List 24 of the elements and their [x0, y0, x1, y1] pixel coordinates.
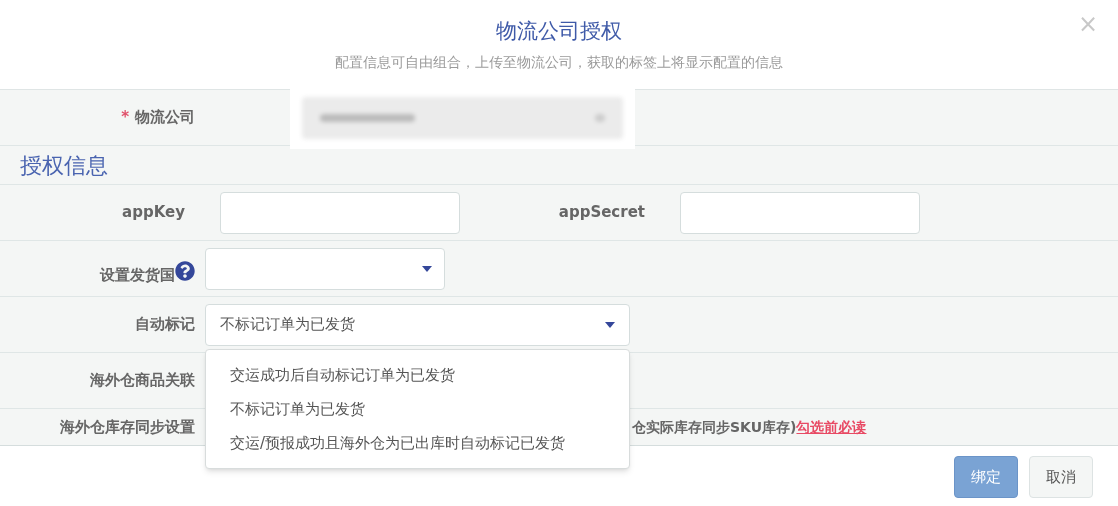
country-select[interactable]	[205, 247, 445, 290]
caret-icon	[422, 265, 432, 272]
auto-mark-select[interactable]: 不标记订单为已发货	[205, 303, 630, 346]
text-input[interactable]	[680, 191, 920, 234]
field-label: appKey	[122, 203, 185, 222]
help-icon[interactable]	[175, 260, 195, 281]
field-label: 自动标记	[135, 315, 195, 334]
blurred-select[interactable]	[290, 86, 635, 149]
section-title: 授权信息	[20, 151, 108, 180]
field-label: 海外仓库存同步设置	[60, 417, 195, 436]
cancel-button[interactable]: 取消	[1029, 456, 1093, 498]
dialog-title: 物流公司授权	[496, 18, 622, 45]
field-label: 物流公司	[135, 108, 195, 127]
field-label: appSecret	[558, 203, 645, 222]
dialog-subtitle: 配置信息可自由组合，上传至物流公司，获取的标签上将显示配置的信息	[335, 52, 783, 72]
dropdown-option[interactable]: 交运成功后自动标记订单为已发货	[206, 358, 629, 392]
sync-note: 仓实际库存同步SKU库存)	[632, 417, 797, 437]
field-label: 设置发货国	[100, 265, 175, 286]
text-input[interactable]	[220, 191, 460, 234]
field-label: 海外仓商品关联	[90, 371, 195, 390]
caret-icon	[605, 321, 615, 328]
dropdown-option[interactable]: 交运/预报成功且海外仓为已出库时自动标记已发货	[206, 426, 629, 460]
required-mark: *	[121, 108, 129, 127]
dropdown-option[interactable]: 不标记订单为已发货	[206, 392, 629, 426]
